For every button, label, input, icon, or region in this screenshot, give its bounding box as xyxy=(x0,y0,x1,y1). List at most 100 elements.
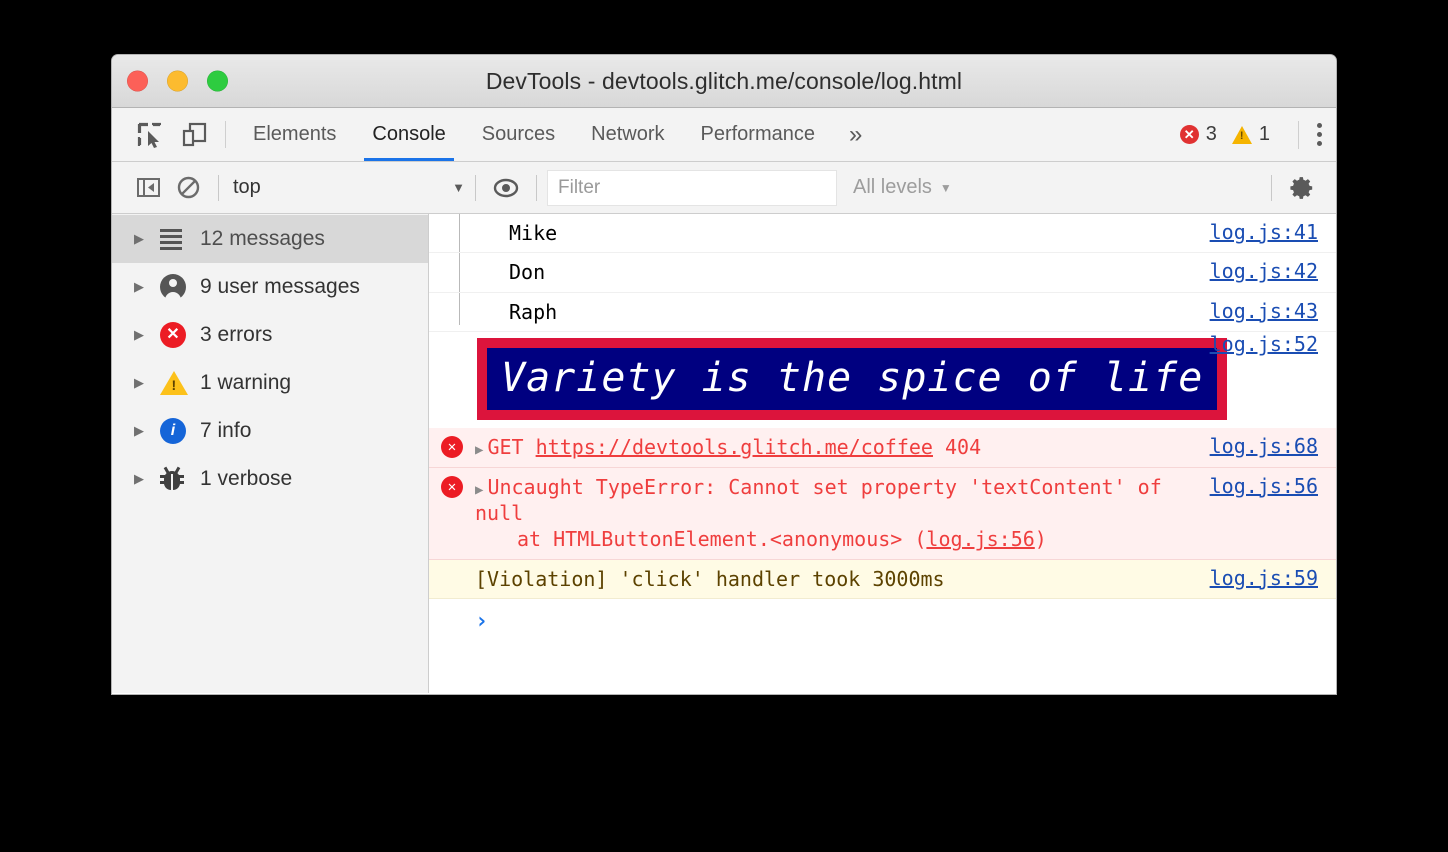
list-icon xyxy=(160,228,200,250)
error-icon: ✕ xyxy=(441,436,463,459)
kebab-menu-icon[interactable] xyxy=(1298,120,1322,149)
close-button[interactable] xyxy=(127,70,148,92)
sidebar-item-warning[interactable]: ▶ 1 warning xyxy=(112,359,428,407)
request-status: 404 xyxy=(945,435,982,460)
devtools-window: DevTools - devtools.glitch.me/console/lo… xyxy=(112,55,1336,694)
sidebar-item-messages[interactable]: ▶ 12 messages xyxy=(112,215,428,263)
tabbar-divider xyxy=(225,121,226,148)
issue-counts[interactable]: ✕ 3 1 xyxy=(1179,123,1278,146)
expand-arrow-icon[interactable]: ▶ xyxy=(134,327,160,343)
sidebar-item-verbose[interactable]: ▶ 1 verbose xyxy=(112,455,428,503)
console-toolbar: top ▼ Filter All levels ▼ xyxy=(112,162,1336,214)
sidebar-item-verbose-label: 1 verbose xyxy=(200,467,293,490)
panel-tabs: Elements Console Sources Network Perform… xyxy=(235,108,878,161)
console-message-row[interactable]: Mike log.js:41 xyxy=(429,214,1336,254)
message-source-link[interactable]: log.js:68 xyxy=(1210,434,1336,458)
message-text: Don xyxy=(509,260,546,285)
tabbar-status-area: ✕ 3 1 xyxy=(1179,108,1336,161)
chevron-down-icon: ▼ xyxy=(939,180,952,195)
console-message-row[interactable]: Raph log.js:43 xyxy=(429,292,1336,333)
message-text: ▶ Uncaught TypeError: Cannot set property… xyxy=(475,474,1210,553)
message-source-link[interactable]: log.js:52 xyxy=(1210,332,1336,356)
message-source-link[interactable]: log.js:59 xyxy=(1210,566,1336,590)
window-titlebar: DevTools - devtools.glitch.me/console/lo… xyxy=(112,55,1336,108)
console-error-row-exception[interactable]: ✕ ▶ Uncaught TypeError: Cannot set proper… xyxy=(429,467,1336,560)
expand-arrow-icon[interactable]: ▶ xyxy=(475,442,483,458)
toolbar-divider-3 xyxy=(536,174,537,201)
console-message-row[interactable]: Don log.js:42 xyxy=(429,253,1336,293)
inspect-element-icon[interactable] xyxy=(128,108,172,161)
sidebar-item-errors-label: 3 errors xyxy=(200,323,273,346)
chevron-down-icon: ▼ xyxy=(452,180,465,195)
expand-arrow-icon[interactable]: ▶ xyxy=(134,423,160,439)
console-toolbar-right xyxy=(1261,174,1336,201)
expand-arrow-icon[interactable]: ▶ xyxy=(134,231,160,247)
zoom-button[interactable] xyxy=(207,70,228,92)
user-icon xyxy=(160,274,200,300)
message-text: Raph xyxy=(509,299,558,324)
console-message-list[interactable]: Mike log.js:41 Don log.js:42 Raph log.js… xyxy=(429,214,1336,693)
tab-network[interactable]: Network xyxy=(573,108,682,161)
tab-performance[interactable]: Performance xyxy=(683,108,834,161)
tab-elements[interactable]: Elements xyxy=(235,108,354,161)
console-sidebar: ▶ 12 messages ▶ 9 user messages ▶ ✕ 3 er… xyxy=(112,214,429,693)
error-count-value: 3 xyxy=(1205,123,1217,145)
create-live-expression-icon[interactable] xyxy=(486,175,526,201)
message-source-link[interactable]: log.js:43 xyxy=(1210,299,1336,323)
console-error-row-network[interactable]: ✕ ▶ GET https://devtools.glitch.me/coffee… xyxy=(429,428,1336,468)
tab-sources-label: Sources xyxy=(481,123,556,145)
stack-frame-link[interactable]: log.js:56 xyxy=(926,527,1034,551)
minimize-button[interactable] xyxy=(167,70,188,92)
tab-sources[interactable]: Sources xyxy=(464,108,573,161)
toolbar-divider-2 xyxy=(475,174,476,201)
message-text: ▶ GET https://devtools.glitch.me/coffee 4… xyxy=(475,434,1210,460)
message-source-link[interactable]: log.js:41 xyxy=(1210,220,1336,244)
sidebar-item-errors[interactable]: ▶ ✕ 3 errors xyxy=(112,311,428,359)
message-gutter xyxy=(429,259,475,261)
show-console-sidebar-icon[interactable] xyxy=(128,175,168,200)
tab-elements-label: Elements xyxy=(253,123,337,145)
more-tabs-button[interactable]: » xyxy=(833,108,878,161)
console-prompt[interactable]: › xyxy=(429,599,1336,670)
device-toolbar-icon[interactable] xyxy=(172,108,216,161)
error-count-icon: ✕ xyxy=(1179,125,1199,144)
message-gutter xyxy=(429,566,475,568)
console-warning-row[interactable]: [Violation] 'click' handler took 3000ms … xyxy=(429,559,1336,600)
styled-banner: Variety is the spice of life xyxy=(477,338,1228,421)
console-settings-gear-icon[interactable] xyxy=(1282,175,1322,201)
tab-console[interactable]: Console xyxy=(354,108,463,161)
warning-icon xyxy=(160,371,200,395)
tab-performance-label: Performance xyxy=(700,123,816,145)
tab-console-label: Console xyxy=(372,123,446,145)
console-styled-banner-row[interactable]: Variety is the spice of life log.js:52 xyxy=(429,332,1336,428)
exception-message: Uncaught TypeError: Cannot set property … xyxy=(475,474,1162,525)
sidebar-item-warning-label: 1 warning xyxy=(200,371,292,394)
message-gutter xyxy=(429,220,475,222)
sidebar-item-info[interactable]: ▶ i 7 info xyxy=(112,407,428,455)
request-url-link[interactable]: https://devtools.glitch.me/coffee xyxy=(536,435,933,459)
expand-arrow-icon[interactable]: ▶ xyxy=(134,375,160,391)
expand-arrow-icon[interactable]: ▶ xyxy=(134,471,160,487)
console-body: ▶ 12 messages ▶ 9 user messages ▶ ✕ 3 er… xyxy=(112,214,1336,693)
execution-context-select[interactable]: top ▼ xyxy=(233,176,465,199)
log-levels-value: All levels xyxy=(853,176,932,198)
log-levels-select[interactable]: All levels ▼ xyxy=(841,176,964,199)
stack-frame-suffix: ) xyxy=(1034,527,1047,552)
message-gutter xyxy=(429,299,475,301)
filter-input[interactable]: Filter xyxy=(547,169,837,206)
clear-console-icon[interactable] xyxy=(168,175,208,200)
tab-network-label: Network xyxy=(591,123,665,145)
exception-stack-frame: at HTMLButtonElement.<anonymous> (log.js… xyxy=(475,526,1202,552)
execution-context-value: top xyxy=(233,176,261,198)
expand-arrow-icon[interactable]: ▶ xyxy=(134,279,160,295)
error-icon: ✕ xyxy=(160,322,200,348)
message-source-link[interactable]: log.js:56 xyxy=(1210,474,1336,498)
window-title: DevTools - devtools.glitch.me/console/lo… xyxy=(485,67,963,94)
toolbar-divider-1 xyxy=(218,174,219,201)
info-icon: i xyxy=(160,418,200,444)
toolbar-divider-4 xyxy=(1271,174,1272,201)
prompt-caret-icon: › xyxy=(475,609,489,635)
message-source-link[interactable]: log.js:42 xyxy=(1210,259,1336,283)
sidebar-item-user-messages[interactable]: ▶ 9 user messages xyxy=(112,263,428,311)
expand-arrow-icon[interactable]: ▶ xyxy=(475,482,483,498)
